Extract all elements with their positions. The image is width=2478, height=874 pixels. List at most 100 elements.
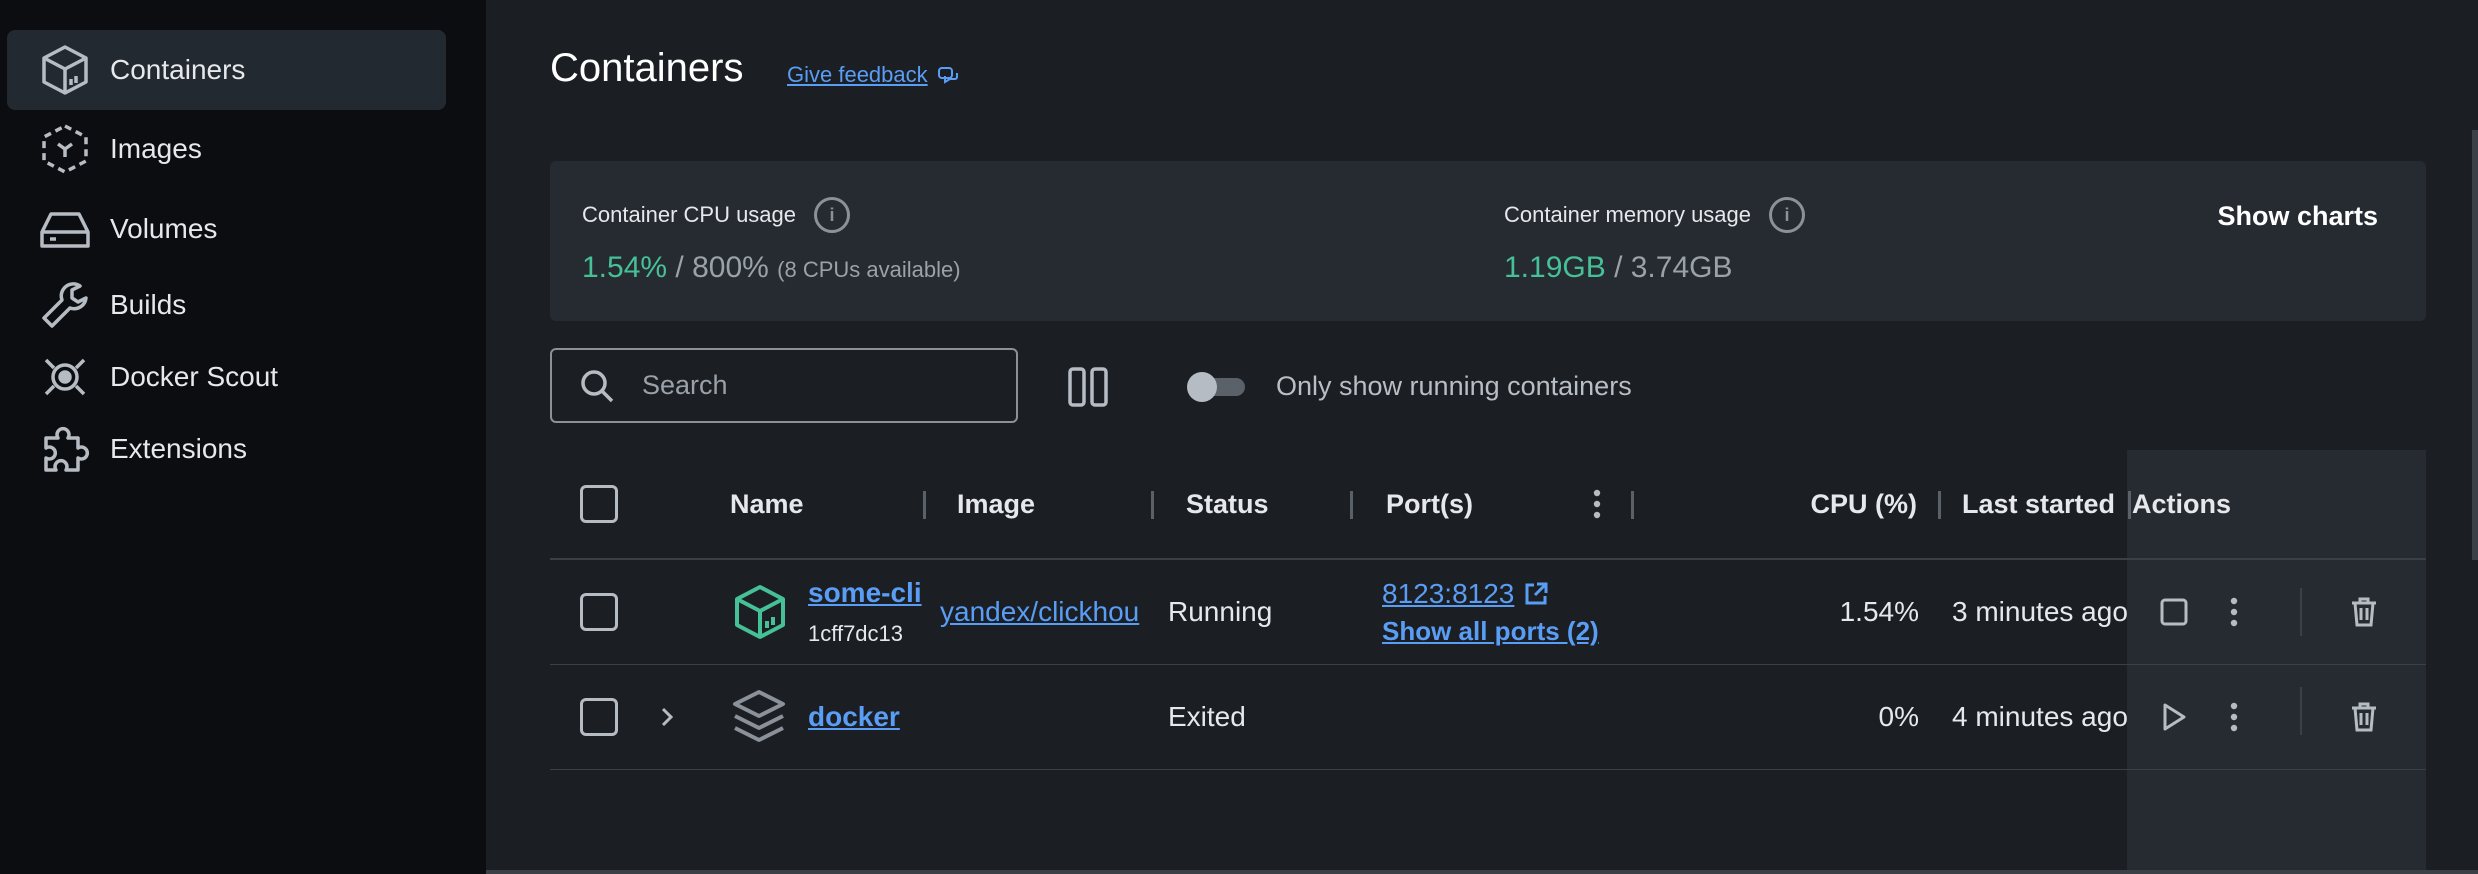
table-row[interactable]: some-cli 1cff7dc13 yandex/clickhou Runni… <box>550 560 2426 665</box>
sidebar-item-label: Extensions <box>110 433 247 464</box>
memory-usage-label: Container memory usage i <box>1504 197 1806 233</box>
sidebar-item-label: Volumes <box>110 213 218 244</box>
search-icon <box>581 369 614 402</box>
stop-button[interactable] <box>2150 560 2198 664</box>
sidebar-item-label: Docker Scout <box>110 361 279 392</box>
memory-used: 1.19GB <box>1504 251 1606 284</box>
docker-scout-icon <box>37 349 93 405</box>
containers-table: Name Image Status Port(s) CPU (%) Last s… <box>550 450 2426 874</box>
more-actions-button[interactable] <box>2210 560 2258 664</box>
give-feedback-link[interactable]: Give feedback <box>787 62 960 88</box>
ports-column-menu[interactable] <box>1590 450 1604 558</box>
cpu-note: (8 CPUs available) <box>777 257 961 282</box>
column-resize-handle[interactable] <box>1151 491 1154 519</box>
row-select-cell <box>580 665 618 769</box>
sidebar-item-docker-scout[interactable]: Docker Scout <box>7 337 446 417</box>
search-box[interactable] <box>550 348 1018 423</box>
column-header-status[interactable]: Status <box>1186 450 1269 558</box>
volume-disk-icon <box>37 201 93 257</box>
row-checkbox[interactable] <box>580 698 618 736</box>
give-feedback-label: Give feedback <box>787 62 928 87</box>
start-button[interactable] <box>2150 665 2198 769</box>
show-charts-button[interactable]: Show charts <box>2217 201 2378 232</box>
container-name-cell: some-cli 1cff7dc13 <box>808 560 923 664</box>
column-resize-handle[interactable] <box>1350 491 1353 519</box>
more-vertical-icon <box>2210 588 2258 636</box>
show-all-ports-link[interactable]: Show all ports (2) <box>1382 616 1599 647</box>
compose-stack-icon <box>728 665 790 769</box>
cpu-usage-label-text: Container CPU usage <box>582 202 797 227</box>
sidebar-item-label: Images <box>110 133 202 164</box>
cpu-used: 1.54% <box>582 251 668 284</box>
image-link[interactable]: yandex/clickhou <box>940 596 1139 628</box>
play-icon <box>2150 693 2198 741</box>
usage-stats-panel: Container CPU usage i 1.54% / 800% (8 CP… <box>550 161 2426 321</box>
select-all-checkbox[interactable] <box>580 485 618 523</box>
trash-icon <box>2340 693 2388 741</box>
sidebar-item-label: Containers <box>110 54 246 85</box>
info-icon[interactable]: i <box>1769 197 1806 233</box>
memory-total: / 3.74GB <box>1614 251 1733 284</box>
sidebar-item-containers[interactable]: Containers <box>7 30 446 110</box>
column-resize-handle[interactable] <box>1938 491 1941 519</box>
column-resize-handle[interactable] <box>923 491 926 519</box>
port-link[interactable]: 8123:8123 <box>1382 578 1514 610</box>
container-running-icon <box>730 560 790 664</box>
stop-icon <box>2150 588 2198 636</box>
expand-button[interactable] <box>658 665 676 769</box>
container-name-link[interactable]: docker <box>808 701 900 733</box>
wrench-icon <box>37 277 93 333</box>
actions-divider <box>2300 588 2302 636</box>
column-header-image[interactable]: Image <box>957 450 1035 558</box>
status-cell: Running <box>1168 596 1273 627</box>
container-name-link[interactable]: some-cli <box>808 577 922 609</box>
container-id: 1cff7dc13 <box>808 621 904 646</box>
table-row[interactable]: docker Exited 0% 4 minutes ago <box>550 665 2426 770</box>
chevron-right-icon <box>661 707 674 727</box>
delete-button[interactable] <box>2340 560 2388 664</box>
more-vertical-icon <box>1593 489 1601 519</box>
column-resize-handle[interactable] <box>1631 491 1634 519</box>
search-input[interactable] <box>642 360 1002 411</box>
columns-toggle-icon[interactable] <box>1066 365 1110 409</box>
column-header-name[interactable]: Name <box>730 450 804 558</box>
sidebar: Containers Images Volumes Builds Docker … <box>0 0 486 874</box>
column-header-last-started[interactable]: Last started <box>1962 450 2115 558</box>
docker-desktop-window: Containers Images Volumes Builds Docker … <box>0 0 2478 874</box>
ports-cell: 8123:8123 Show all ports (2) <box>1382 560 1599 664</box>
row-checkbox[interactable] <box>580 593 618 631</box>
sidebar-item-images[interactable]: Images <box>7 109 446 189</box>
actions-divider <box>2300 687 2302 735</box>
main-content: Containers Give feedback Container CPU u… <box>486 0 2478 874</box>
info-icon[interactable]: i <box>814 197 851 233</box>
column-header-ports[interactable]: Port(s) <box>1386 450 1473 558</box>
cpu-total: / 800% <box>675 251 769 284</box>
delete-button[interactable] <box>2340 665 2388 769</box>
port-link-wrapper: 8123:8123 <box>1382 578 1550 610</box>
sidebar-item-extensions[interactable]: Extensions <box>7 409 446 489</box>
running-only-toggle[interactable] <box>1187 372 1245 402</box>
external-link-icon[interactable] <box>1522 580 1550 608</box>
status-cell: Exited <box>1168 701 1246 732</box>
page-title: Containers <box>550 46 744 90</box>
container-name-cell: docker <box>808 665 900 769</box>
running-only-label: Only show running containers <box>1276 371 1632 401</box>
cpu-cell: 1.54% <box>1839 596 1919 627</box>
cpu-cell: 0% <box>1878 701 1919 732</box>
more-actions-button[interactable] <box>2210 665 2258 769</box>
row-select-cell <box>580 560 618 664</box>
horizontal-scrollbar[interactable] <box>486 870 2478 874</box>
column-header-actions: Actions <box>2132 488 2232 519</box>
sidebar-item-volumes[interactable]: Volumes <box>7 189 446 269</box>
last-started-cell: 3 minutes ago <box>1952 596 2128 627</box>
sidebar-item-builds[interactable]: Builds <box>7 265 446 345</box>
more-vertical-icon <box>2210 693 2258 741</box>
column-resize-handle[interactable] <box>2128 491 2131 519</box>
select-all-cell <box>580 450 618 558</box>
memory-usage-label-text: Container memory usage <box>1504 202 1752 227</box>
cpu-usage-value: 1.54% / 800% (8 CPUs available) <box>582 251 961 285</box>
column-header-cpu[interactable]: CPU (%) <box>1745 450 1918 558</box>
cpu-usage-label: Container CPU usage i <box>582 197 851 233</box>
vertical-scrollbar[interactable] <box>2472 130 2478 560</box>
image-cell: yandex/clickhou <box>940 560 1150 664</box>
